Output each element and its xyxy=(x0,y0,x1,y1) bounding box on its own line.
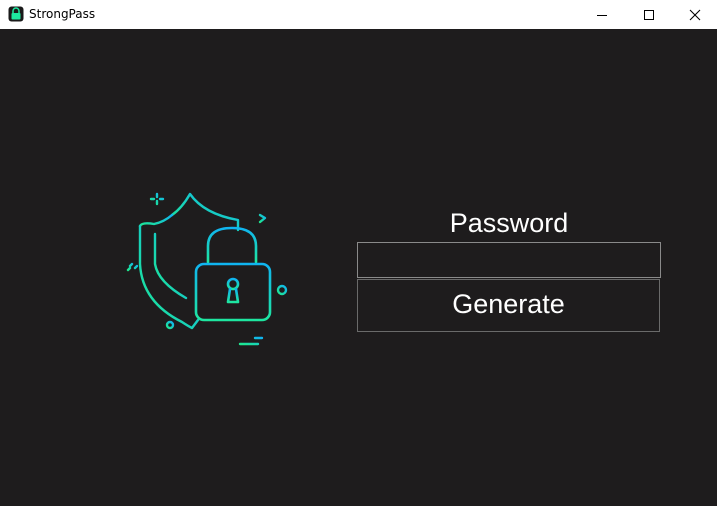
password-field[interactable] xyxy=(357,242,661,278)
minimize-button[interactable] xyxy=(579,0,625,29)
close-button[interactable] xyxy=(672,0,717,29)
maximize-icon xyxy=(644,9,654,20)
app-window: StrongPass Password Generate xyxy=(0,0,717,506)
padlock-icon xyxy=(8,6,24,22)
minimize-icon xyxy=(597,14,607,16)
password-label: Password xyxy=(449,208,569,238)
shield-padlock-icon xyxy=(126,192,288,346)
generate-button[interactable]: Generate xyxy=(357,279,660,332)
title-bar[interactable]: StrongPass xyxy=(0,0,717,29)
close-icon xyxy=(689,9,701,20)
maximize-button[interactable] xyxy=(626,0,672,29)
window-title: StrongPass xyxy=(29,7,96,21)
